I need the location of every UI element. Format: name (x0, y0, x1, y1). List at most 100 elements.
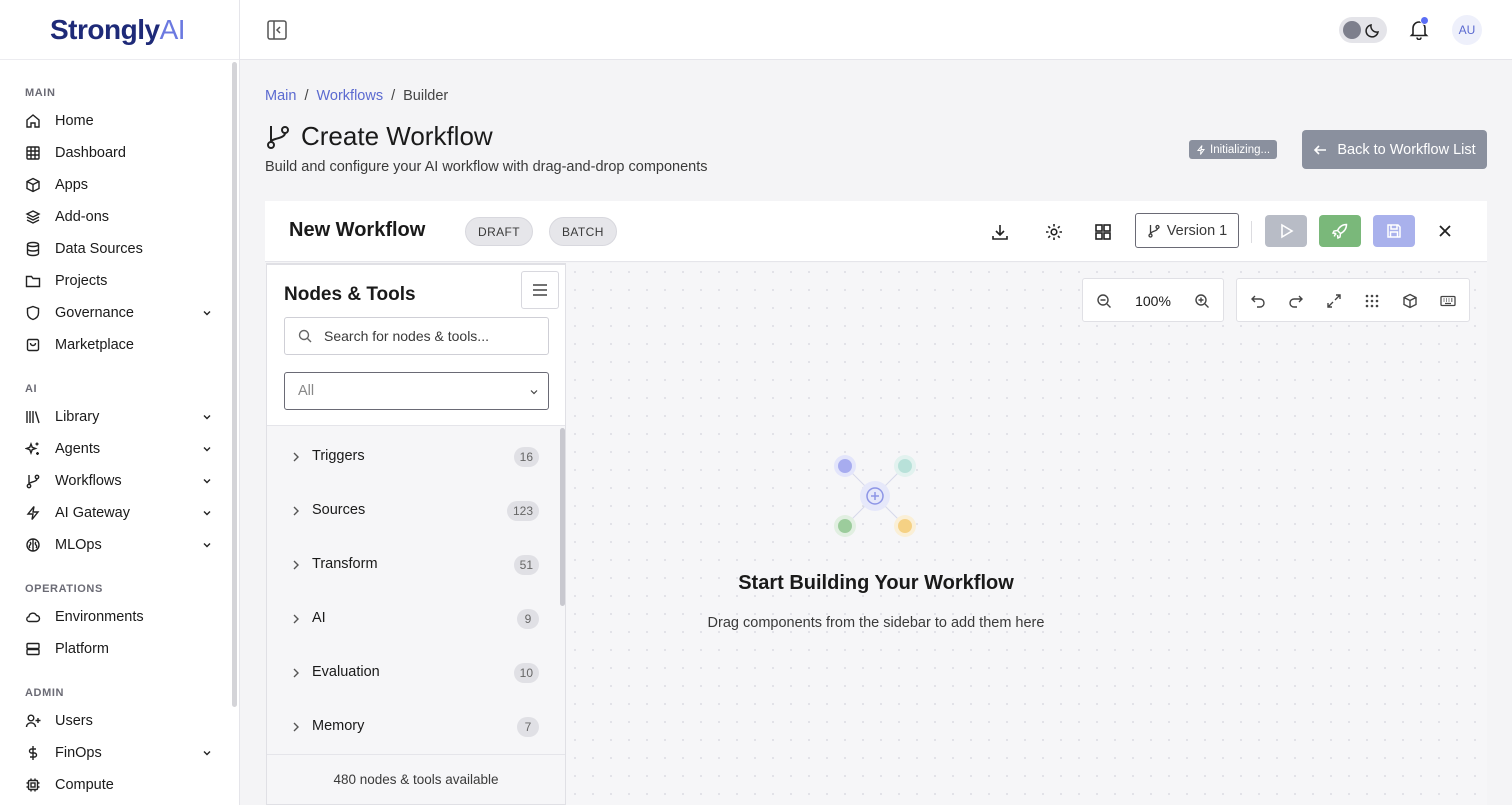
mode-pill-batch[interactable]: BATCH (549, 217, 617, 246)
page-subtitle: Build and configure your AI workflow wit… (265, 159, 708, 175)
sidebar-item-label: Agents (55, 441, 101, 457)
back-to-list-button[interactable]: Back to Workflow List (1302, 130, 1487, 169)
breadcrumb-separator: / (391, 88, 396, 104)
version-label: Version 1 (1166, 222, 1228, 239)
menu-icon (533, 284, 547, 296)
cube-icon[interactable] (1402, 293, 1418, 309)
run-button[interactable] (1265, 215, 1307, 247)
sidebar-item-compute[interactable]: Compute (25, 771, 215, 799)
server-icon (26, 642, 40, 656)
sidebar-item-addons[interactable]: Add-ons (25, 203, 215, 231)
download-icon[interactable] (990, 222, 1010, 242)
chevron-right-icon (293, 614, 299, 624)
category-triggers[interactable]: Triggers 16 (267, 430, 557, 484)
nodes-search (284, 317, 549, 355)
chevron-right-icon (293, 668, 299, 678)
save-button[interactable] (1373, 215, 1415, 247)
cloud-icon (26, 612, 41, 623)
sidebar-item-mlops[interactable]: MLOps (25, 531, 215, 559)
sidebar-item-ai-gateway[interactable]: AI Gateway (25, 499, 215, 527)
sidebar-item-agents[interactable]: Agents (25, 435, 215, 463)
database-icon (26, 241, 40, 257)
sidebar-item-label: FinOps (55, 745, 102, 761)
breadcrumb-main[interactable]: Main (265, 88, 296, 104)
sidebar-item-label: Platform (55, 641, 109, 657)
zoom-in-icon[interactable] (1194, 293, 1210, 309)
category-sources[interactable]: Sources 123 (267, 484, 557, 538)
redo-icon[interactable] (1288, 293, 1304, 309)
status-badge-text: Initializing... (1210, 143, 1271, 156)
sidebar-item-finops[interactable]: FinOps (25, 739, 215, 767)
avatar[interactable]: AU (1452, 15, 1482, 45)
sidebar-item-apps[interactable]: Apps (25, 171, 215, 199)
panel-menu-button[interactable] (521, 271, 559, 309)
zoom-out-icon[interactable] (1096, 293, 1112, 309)
chevron-right-icon (293, 722, 299, 732)
sidebar-item-library[interactable]: Library (25, 403, 215, 431)
chevron-down-icon (203, 311, 211, 316)
theme-toggle[interactable] (1339, 17, 1387, 43)
brand-logo[interactable]: Strongly AI (0, 0, 239, 60)
workflow-name[interactable]: New Workflow (289, 219, 425, 242)
zoom-controls: 100% (1082, 278, 1224, 322)
category-count: 51 (513, 555, 539, 575)
category-list-scrollbar[interactable] (560, 428, 565, 606)
filter-value: All (298, 383, 315, 399)
close-icon[interactable] (1435, 221, 1455, 241)
chevron-down-icon (203, 511, 211, 516)
sidebar-item-label: Governance (55, 305, 134, 321)
category-ai[interactable]: AI 9 (267, 592, 557, 646)
category-count: 16 (513, 447, 539, 467)
cpu-icon (26, 778, 40, 792)
category-evaluation[interactable]: Evaluation 10 (267, 646, 557, 700)
sidebar-item-dashboard[interactable]: Dashboard (25, 139, 215, 167)
sidebar-item-data-sources[interactable]: Data Sources (25, 235, 215, 263)
sidebar-item-platform[interactable]: Platform (25, 635, 215, 663)
chevron-down-icon (203, 415, 211, 420)
nodes-panel-title: Nodes & Tools (284, 284, 416, 305)
sidebar-item-users[interactable]: Users (25, 707, 215, 735)
sidebar-item-projects[interactable]: Projects (25, 267, 215, 295)
category-transform[interactable]: Transform 51 (267, 538, 557, 592)
chevron-right-icon (293, 506, 299, 516)
chevron-down-icon (203, 479, 211, 484)
sidebar-item-label: Add-ons (55, 209, 110, 225)
category-memory[interactable]: Memory 7 (267, 700, 557, 754)
chevron-down-icon (203, 447, 211, 452)
keyboard-icon[interactable] (1440, 293, 1456, 309)
dollar-icon (28, 746, 38, 760)
dots-grid-icon[interactable] (1364, 293, 1380, 309)
sidebar-collapse-icon[interactable] (266, 19, 288, 41)
undo-icon[interactable] (1250, 293, 1266, 309)
deploy-button[interactable] (1319, 215, 1361, 247)
sidebar-item-marketplace[interactable]: Marketplace (25, 331, 215, 359)
version-button[interactable]: Version 1 (1135, 213, 1239, 248)
sparkles-icon (25, 441, 39, 456)
sidebar-item-label: Users (55, 713, 93, 729)
category-filter-select[interactable]: All (284, 372, 549, 410)
sidebar-item-label: Marketplace (55, 337, 134, 353)
sidebar-scrollbar[interactable] (232, 62, 237, 707)
breadcrumb-workflows[interactable]: Workflows (316, 88, 383, 104)
section-operations: OPERATIONS (25, 583, 103, 595)
back-button-label: Back to Workflow List (1337, 141, 1476, 158)
sidebar-item-governance[interactable]: Governance (25, 299, 215, 327)
breadcrumb-builder: Builder (403, 88, 449, 104)
section-main: MAIN (25, 87, 56, 99)
sidebar-item-workflows[interactable]: Workflows (25, 467, 215, 495)
fit-view-icon[interactable] (1326, 293, 1342, 309)
sidebar-item-home[interactable]: Home (25, 107, 215, 135)
shopping-bag-icon (26, 338, 40, 352)
sidebar-item-environments[interactable]: Environments (25, 603, 215, 631)
grid-layout-icon[interactable] (1093, 222, 1113, 242)
section-ai: AI (25, 383, 38, 395)
moon-icon (1365, 24, 1379, 38)
status-pill-draft: DRAFT (465, 217, 533, 246)
workflow-canvas[interactable]: 100% Start Building Your Workflow Drag c… (566, 263, 1487, 805)
search-input[interactable] (324, 328, 524, 344)
sidebar-item-label: Apps (55, 177, 89, 193)
gear-icon[interactable] (1044, 222, 1064, 242)
zoom-level: 100% (1135, 293, 1171, 309)
category-count: 7 (517, 717, 539, 737)
category-label: Triggers (312, 448, 365, 464)
